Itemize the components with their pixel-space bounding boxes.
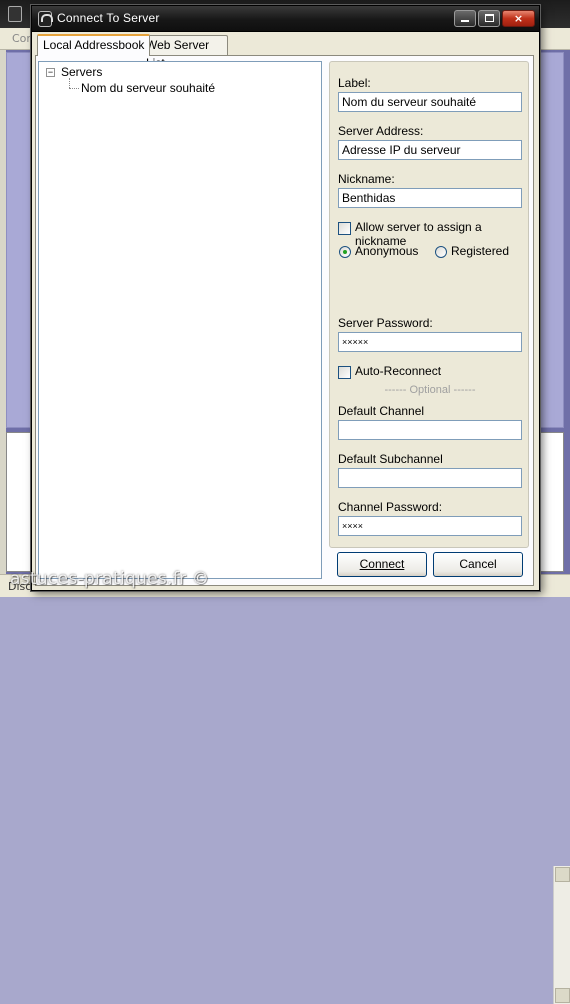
- server-password-input[interactable]: [338, 332, 522, 352]
- headphones-icon: [38, 11, 53, 27]
- auto-reconnect-checkbox[interactable]: [338, 366, 351, 379]
- label-caption: Label:: [338, 76, 371, 90]
- label-input[interactable]: [338, 92, 522, 112]
- headphones-icon: [8, 6, 22, 22]
- tree-connector-line: [69, 78, 70, 88]
- minimize-icon: [461, 20, 469, 22]
- close-icon: ×: [513, 12, 524, 25]
- scroll-down-arrow-icon[interactable]: [555, 988, 570, 1003]
- close-button[interactable]: ×: [502, 10, 535, 27]
- connect-to-server-dialog: Connect To Server × Local Addressbook We…: [31, 5, 540, 591]
- tree-node-servers[interactable]: Servers: [61, 65, 102, 79]
- default-channel-caption: Default Channel: [338, 404, 425, 418]
- cancel-button[interactable]: Cancel: [433, 552, 523, 577]
- scroll-up-arrow-icon[interactable]: [555, 867, 570, 882]
- server-tree[interactable]: − Servers Nom du serveur souhaité: [38, 61, 322, 579]
- default-subchannel-input[interactable]: [338, 468, 522, 488]
- anonymous-radio[interactable]: [339, 246, 351, 258]
- background-scrollbar[interactable]: [553, 866, 570, 1004]
- default-subchannel-caption: Default Subchannel: [338, 452, 443, 466]
- maximize-icon: [484, 14, 494, 22]
- nickname-input[interactable]: [338, 188, 522, 208]
- allow-nickname-checkbox[interactable]: [338, 222, 351, 235]
- optional-separator: ------ Optional ------: [384, 384, 476, 396]
- anonymous-label[interactable]: Anonymous: [355, 244, 418, 258]
- registered-label[interactable]: Registered: [451, 244, 509, 258]
- server-password-caption: Server Password:: [338, 316, 433, 330]
- channel-password-input[interactable]: [338, 516, 522, 536]
- dialog-titlebar[interactable]: Connect To Server ×: [32, 6, 539, 32]
- tree-node-server-entry[interactable]: Nom du serveur souhaité: [81, 81, 215, 95]
- tab-web-server-list[interactable]: Web Server List: [140, 35, 228, 70]
- tab-local-addressbook[interactable]: Local Addressbook: [37, 34, 151, 56]
- channel-password-caption: Channel Password:: [338, 500, 443, 514]
- nickname-caption: Nickname:: [338, 172, 395, 186]
- connect-button[interactable]: Connect: [337, 552, 427, 577]
- server-address-caption: Server Address:: [338, 124, 424, 138]
- tree-collapse-icon[interactable]: −: [46, 68, 55, 77]
- registered-radio[interactable]: [435, 246, 447, 258]
- watermark: astuces-pratiques.fr ©: [10, 569, 210, 589]
- maximize-button[interactable]: [478, 10, 500, 27]
- minimize-button[interactable]: [454, 10, 476, 27]
- server-details-form: Label: Server Address: Nickname: Allow s…: [329, 61, 529, 548]
- connect-button-label: Connect: [359, 557, 405, 571]
- auto-reconnect-label[interactable]: Auto-Reconnect: [355, 364, 441, 378]
- dialog-title: Connect To Server: [57, 11, 160, 25]
- tree-connector-line: [69, 88, 79, 89]
- default-channel-input[interactable]: [338, 420, 522, 440]
- server-address-input[interactable]: [338, 140, 522, 160]
